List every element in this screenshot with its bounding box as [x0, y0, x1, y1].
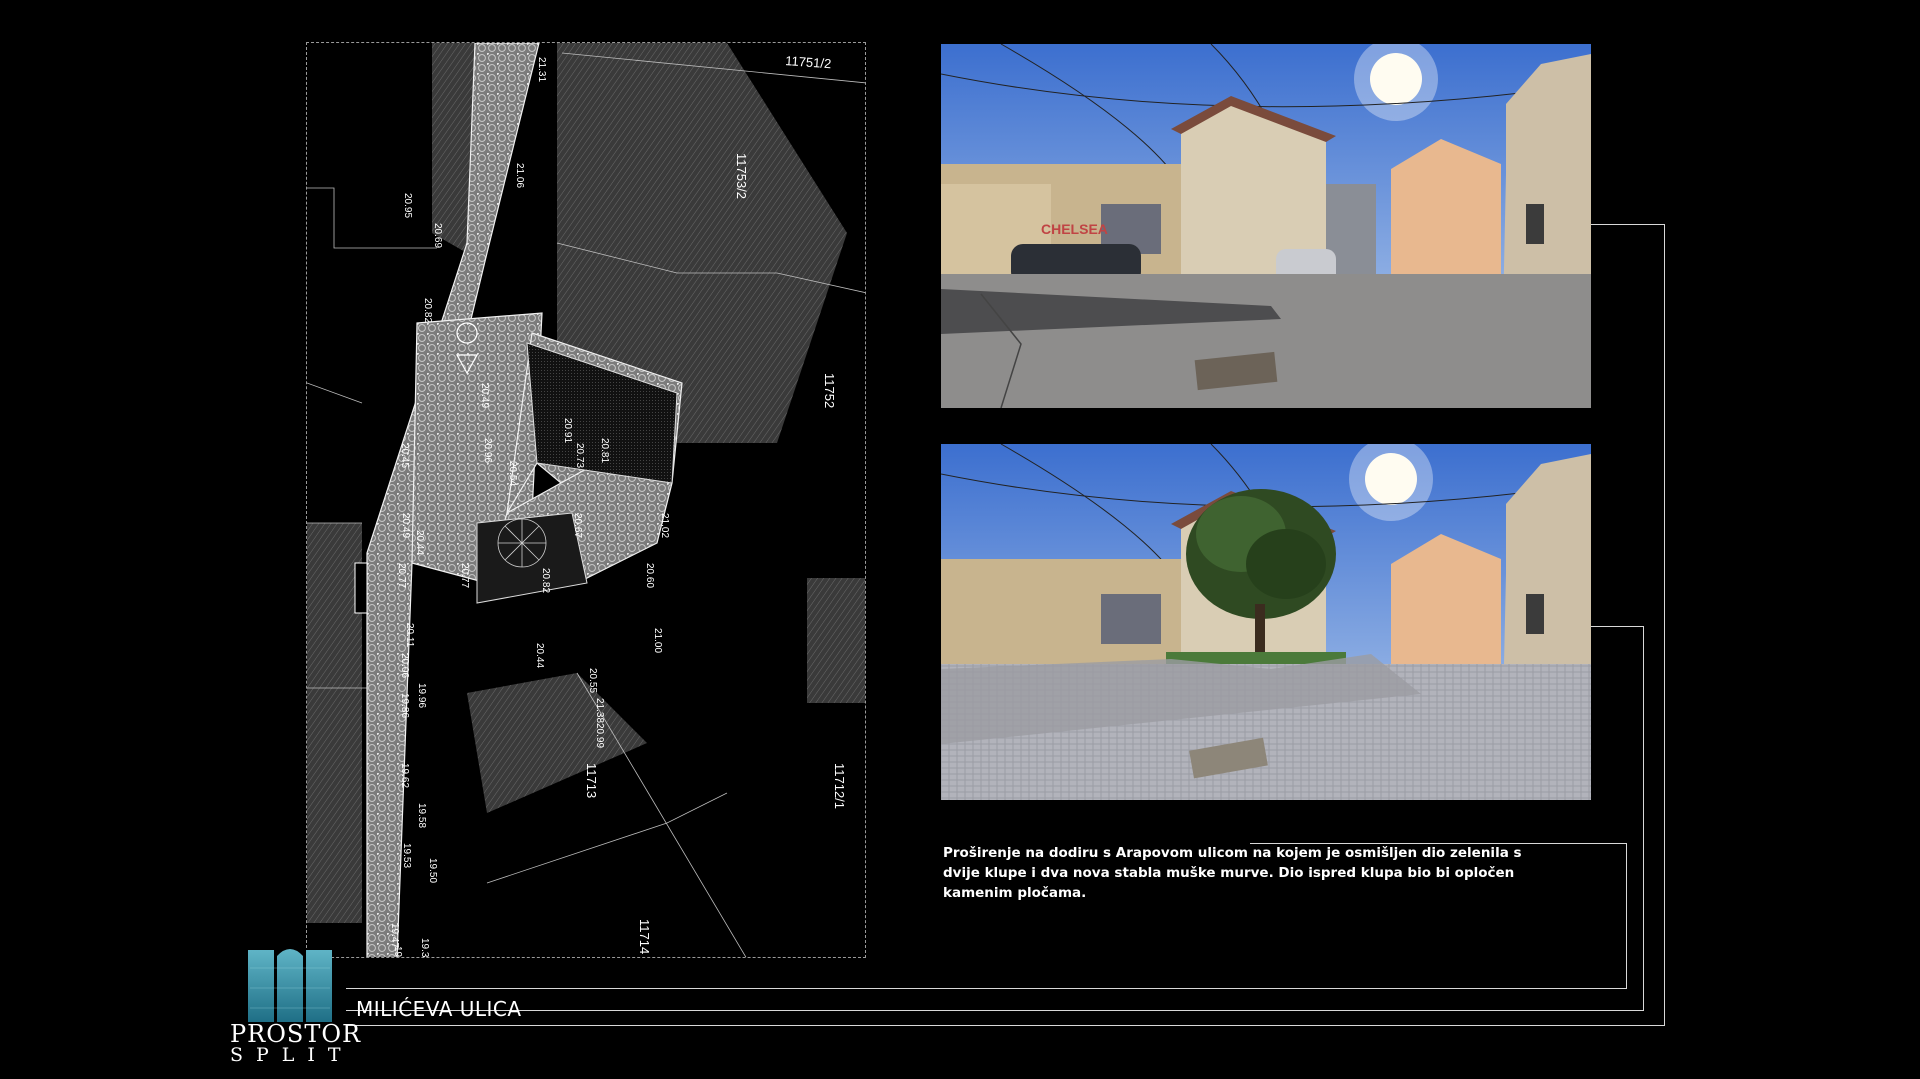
elevation-label: 20.44	[534, 643, 545, 668]
elevation-label: 20.77	[396, 563, 407, 588]
parcel-label: 11752	[822, 373, 837, 408]
site-plan-svg: 11751/2 11753/2 11752 11713 11712/1 1171…	[307, 43, 865, 958]
elevation-label: 20.69	[432, 223, 443, 248]
site-plan-drawing: 11751/2 11753/2 11752 11713 11712/1 1171…	[306, 42, 866, 958]
frame-line	[346, 988, 1627, 989]
frame-line	[1664, 224, 1665, 1026]
logo-text-split: SPLIT	[230, 1044, 354, 1066]
elevation-label: 20.95	[402, 193, 413, 218]
project-description: Proširenje na dodiru s Arapovom ulicom n…	[943, 845, 1522, 901]
elevation-label: 20.96	[482, 438, 493, 463]
elevation-label: 20.81	[599, 438, 610, 463]
frame-line	[346, 1010, 1644, 1011]
graffiti-text: CHELSEA	[1041, 221, 1108, 237]
elevation-label: 20.06	[399, 653, 410, 678]
tree-symbol	[497, 518, 547, 568]
elevation-label: 20.49	[400, 513, 411, 538]
frame-line	[1643, 626, 1644, 1011]
logo-arches-icon	[248, 949, 332, 1022]
photo-before: CHELSEA	[941, 44, 1591, 408]
elevation-label: 19.50	[427, 858, 438, 883]
elevation-label: 20.67	[572, 513, 583, 538]
elevation-label: 21.02	[659, 513, 670, 538]
elevation-label: 20.55	[587, 668, 598, 693]
elevation-label: 20.49	[479, 383, 490, 408]
elevation-label: 20.44	[414, 530, 425, 555]
frame-line	[1591, 626, 1643, 627]
prostor-split-logo: PROSTOR SPLIT	[230, 938, 360, 1068]
street-title: MILIĆEVA ULICA	[356, 997, 522, 1021]
photo-after	[941, 444, 1591, 800]
elevation-label: 19.38	[419, 938, 430, 958]
elevation-label: 21.38	[594, 698, 605, 723]
frame-line	[1626, 843, 1627, 989]
elevation-label: 21.31	[536, 57, 547, 82]
parcel-label: 11751/2	[785, 53, 832, 71]
elevation-label: 20.91	[562, 418, 573, 443]
elevation-label: 20.77	[459, 563, 470, 588]
bench-area	[476, 512, 588, 604]
elevation-label: 20.99	[594, 723, 605, 748]
elevation-label: 20.11	[404, 623, 415, 648]
elevation-label: 19.47	[389, 923, 400, 948]
frame-line	[1591, 224, 1665, 225]
parcel-label: 11714	[637, 919, 652, 954]
elevation-label: 19.39	[392, 946, 403, 958]
parcel-label: 11713	[584, 763, 599, 798]
elevation-label: 20.54	[507, 461, 518, 486]
frame-line	[346, 1025, 1665, 1026]
parcel-block	[467, 673, 647, 813]
parcel-block	[307, 523, 362, 923]
elevation-label: 20.82	[540, 568, 551, 593]
parcel-label: 11753/2	[734, 153, 749, 199]
elevation-label: 21.06	[514, 163, 525, 188]
elevation-label: 19.62	[399, 763, 410, 788]
elevation-label: 20.73	[574, 443, 585, 468]
elevation-label: 21.00	[652, 628, 663, 653]
elevation-label: 20.82	[422, 298, 433, 323]
parcel-label: 11712/1	[832, 763, 847, 809]
elevation-label: 20.60	[644, 563, 655, 588]
elevation-label: 20.45	[399, 443, 410, 468]
parcel-block	[807, 578, 865, 703]
elevation-label: 19.86	[399, 693, 410, 718]
plan-slot	[354, 562, 368, 614]
elevation-label: 19.96	[416, 683, 427, 708]
elevation-label: 19.58	[416, 803, 427, 828]
elevation-label: 19.53	[401, 843, 412, 868]
